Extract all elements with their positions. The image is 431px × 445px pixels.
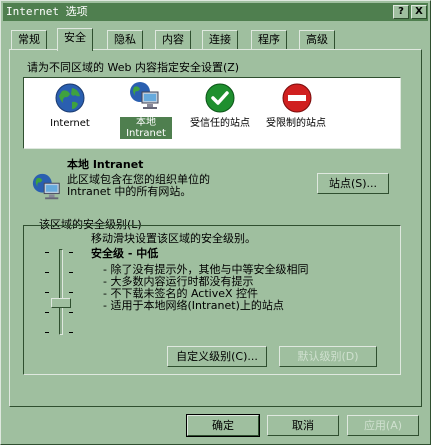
tab-connections[interactable]: 连接 <box>202 30 238 49</box>
zone-intranet-label[interactable]: 本地 Intranet <box>120 117 172 139</box>
tab-general[interactable]: 常规 <box>11 30 47 49</box>
zone-description-line2: Intranet 中的所有网站。 <box>67 185 192 198</box>
zone-trusted-label[interactable]: 受信任的站点 <box>188 118 252 129</box>
security-level-instruction: 移动滑块设置该区域的安全级别。 <box>91 232 256 245</box>
tab-programs[interactable]: 程序 <box>251 30 287 49</box>
internet-options-window: Internet 选项 ? X 常规 安全 隐私 内容 连接 程序 高级 请为不… <box>0 0 431 445</box>
tab-privacy[interactable]: 隐私 <box>107 30 143 49</box>
close-button[interactable]: X <box>411 5 427 19</box>
zone-restricted-label[interactable]: 受限制的站点 <box>264 118 328 129</box>
intranet-info-icon <box>31 171 63 206</box>
slider-track <box>59 249 63 335</box>
level-bullet-4: - 适用于本地网络(Intranet)上的站点 <box>103 299 284 312</box>
ok-button[interactable]: 确定 <box>186 414 260 437</box>
zones-prompt: 请为不同区域的 Web 内容指定安全设置(Z) <box>27 61 240 74</box>
apply-button[interactable]: 应用(A) <box>347 415 419 436</box>
tab-security[interactable]: 安全 <box>57 28 93 51</box>
cancel-button[interactable]: 取消 <box>267 415 339 436</box>
restricted-icon[interactable] <box>281 82 313 117</box>
security-level-slider[interactable] <box>41 247 81 337</box>
trusted-check-icon[interactable] <box>204 82 236 117</box>
window-title: Internet 选项 <box>6 5 88 18</box>
slider-thumb[interactable] <box>51 298 71 308</box>
security-level-name: 安全级 - 中低 <box>91 247 159 260</box>
tab-content[interactable]: 内容 <box>155 30 191 49</box>
sites-button[interactable]: 站点(S)... <box>317 173 389 194</box>
zones-list[interactable]: Internet 本地 Intranet 受信任的站点 受限制的站点 <box>23 77 401 149</box>
globe-icon[interactable] <box>54 82 86 117</box>
default-level-button[interactable]: 默认级别(D) <box>279 346 377 367</box>
title-bar[interactable]: Internet 选项 <box>3 3 428 21</box>
zone-title: 本地 Intranet <box>67 158 144 171</box>
intranet-icon[interactable] <box>128 80 162 115</box>
tab-advanced[interactable]: 高级 <box>299 30 335 49</box>
zone-internet-label[interactable]: Internet <box>42 118 98 129</box>
custom-level-button[interactable]: 自定义级别(C)... <box>167 346 267 367</box>
help-button[interactable]: ? <box>393 5 409 19</box>
